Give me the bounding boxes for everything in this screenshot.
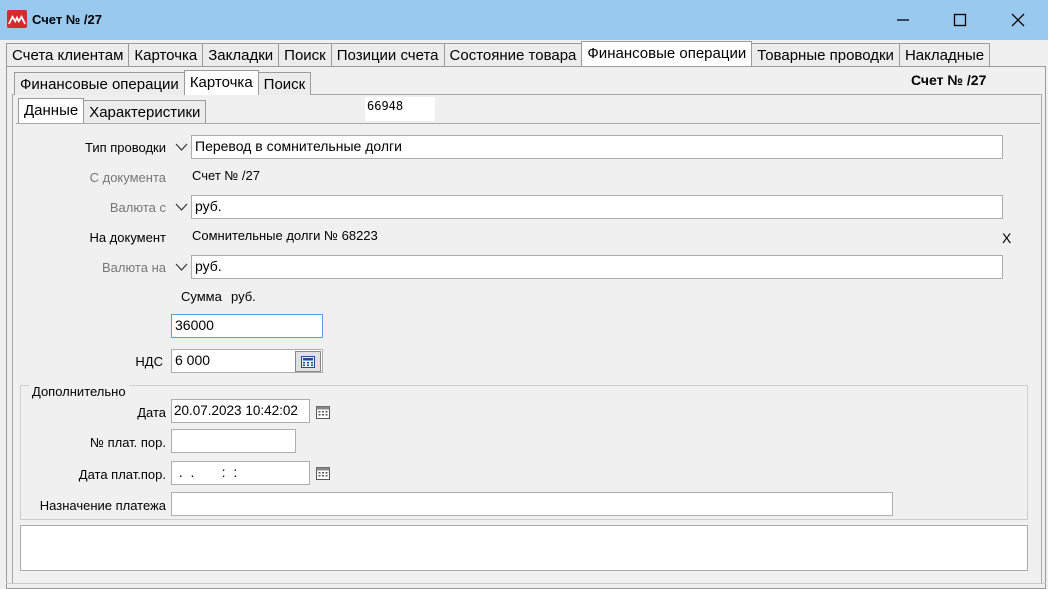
outer-tab[interactable]: Карточка xyxy=(128,43,204,66)
mid-tab[interactable]: Карточка xyxy=(183,70,259,95)
vat-label: НДС xyxy=(135,354,163,369)
app-logo-icon xyxy=(7,10,27,28)
outer-tab-strip: Счета клиентам Карточка Закладки Поиск Позиц… xyxy=(6,41,991,67)
document-code: 66948 xyxy=(365,97,435,121)
window-title: Счет № /27 xyxy=(32,12,102,27)
chevron-down-icon xyxy=(175,143,187,151)
sum-label: Сумма xyxy=(181,289,222,304)
type-field[interactable]: Перевод в сомнительные долги xyxy=(191,135,1003,159)
outer-tab[interactable]: Счета клиентам xyxy=(6,43,130,66)
type-label: Тип проводки xyxy=(84,140,166,155)
payment-number-label: № плат. пор. xyxy=(90,435,166,450)
payment-date-input[interactable]: . . : : xyxy=(171,461,310,485)
calendar-icon[interactable] xyxy=(316,466,330,480)
inner-tab[interactable]: Характеристики xyxy=(83,100,207,123)
memo-area[interactable] xyxy=(20,525,1028,571)
minimize-icon xyxy=(897,19,909,21)
mid-tab-strip: Финансовые операции Карточка Поиск xyxy=(14,70,312,95)
to-document-value[interactable]: Сомнительные долги № 68223 xyxy=(192,228,378,243)
outer-tab[interactable]: Товарные проводки xyxy=(751,43,900,66)
currency-to-label: Валюта на xyxy=(101,260,166,275)
calculator-icon xyxy=(301,355,315,368)
sum-currency: руб. xyxy=(231,289,256,304)
payment-number-input[interactable] xyxy=(171,429,296,453)
outer-tab[interactable]: Накладные xyxy=(898,43,991,66)
maximize-icon xyxy=(953,13,967,27)
inner-tab[interactable]: Данные xyxy=(18,98,85,123)
calculator-button[interactable] xyxy=(295,351,321,372)
outer-tab[interactable]: Позиции счета xyxy=(330,43,445,66)
outer-tab[interactable]: Поиск xyxy=(278,43,332,66)
close-button[interactable] xyxy=(995,0,1041,40)
maximize-button[interactable] xyxy=(937,0,983,40)
payment-date-label: Дата плат.пор. xyxy=(78,467,166,482)
currency-to-field[interactable]: руб. xyxy=(191,255,1003,279)
calendar-icon[interactable] xyxy=(316,405,330,419)
from-document-value: Счет № /27 xyxy=(192,168,261,183)
outer-tab[interactable]: Закладки xyxy=(202,43,280,66)
currency-from-dropdown-button[interactable] xyxy=(172,196,190,218)
document-header: Счет № /27 xyxy=(911,72,987,88)
currency-to-dropdown-button[interactable] xyxy=(172,256,190,278)
type-dropdown-button[interactable] xyxy=(172,136,190,158)
inner-tab-strip: Данные Характеристики xyxy=(18,98,207,124)
date-input[interactable]: 20.07.2023 10:42:02 xyxy=(171,399,310,423)
chevron-down-icon xyxy=(175,263,187,271)
to-document-label: На документ xyxy=(89,230,166,245)
sum-input[interactable]: 36000 xyxy=(171,314,323,338)
currency-from-field[interactable]: руб. xyxy=(191,195,1003,219)
clear-document-button[interactable]: X xyxy=(1002,230,1011,246)
mid-tab[interactable]: Поиск xyxy=(257,72,312,95)
additional-group-title: Дополнительно xyxy=(29,384,129,399)
chevron-down-icon xyxy=(175,203,187,211)
payment-purpose-label: Назначение платежа xyxy=(39,498,166,513)
currency-from-label: Валюта с xyxy=(109,200,166,215)
minimize-button[interactable] xyxy=(880,0,926,40)
outer-tab[interactable]: Состояние товара xyxy=(443,43,583,66)
outer-tab[interactable]: Финансовые операции xyxy=(581,41,753,66)
close-icon xyxy=(1011,13,1025,27)
divider xyxy=(6,583,1046,584)
mid-tab[interactable]: Финансовые операции xyxy=(14,72,185,95)
date-label: Дата xyxy=(137,405,166,420)
payment-purpose-input[interactable] xyxy=(171,492,893,516)
from-document-label: С документа xyxy=(89,170,166,185)
title-bar[interactable]: Счет № /27 xyxy=(0,0,1048,40)
